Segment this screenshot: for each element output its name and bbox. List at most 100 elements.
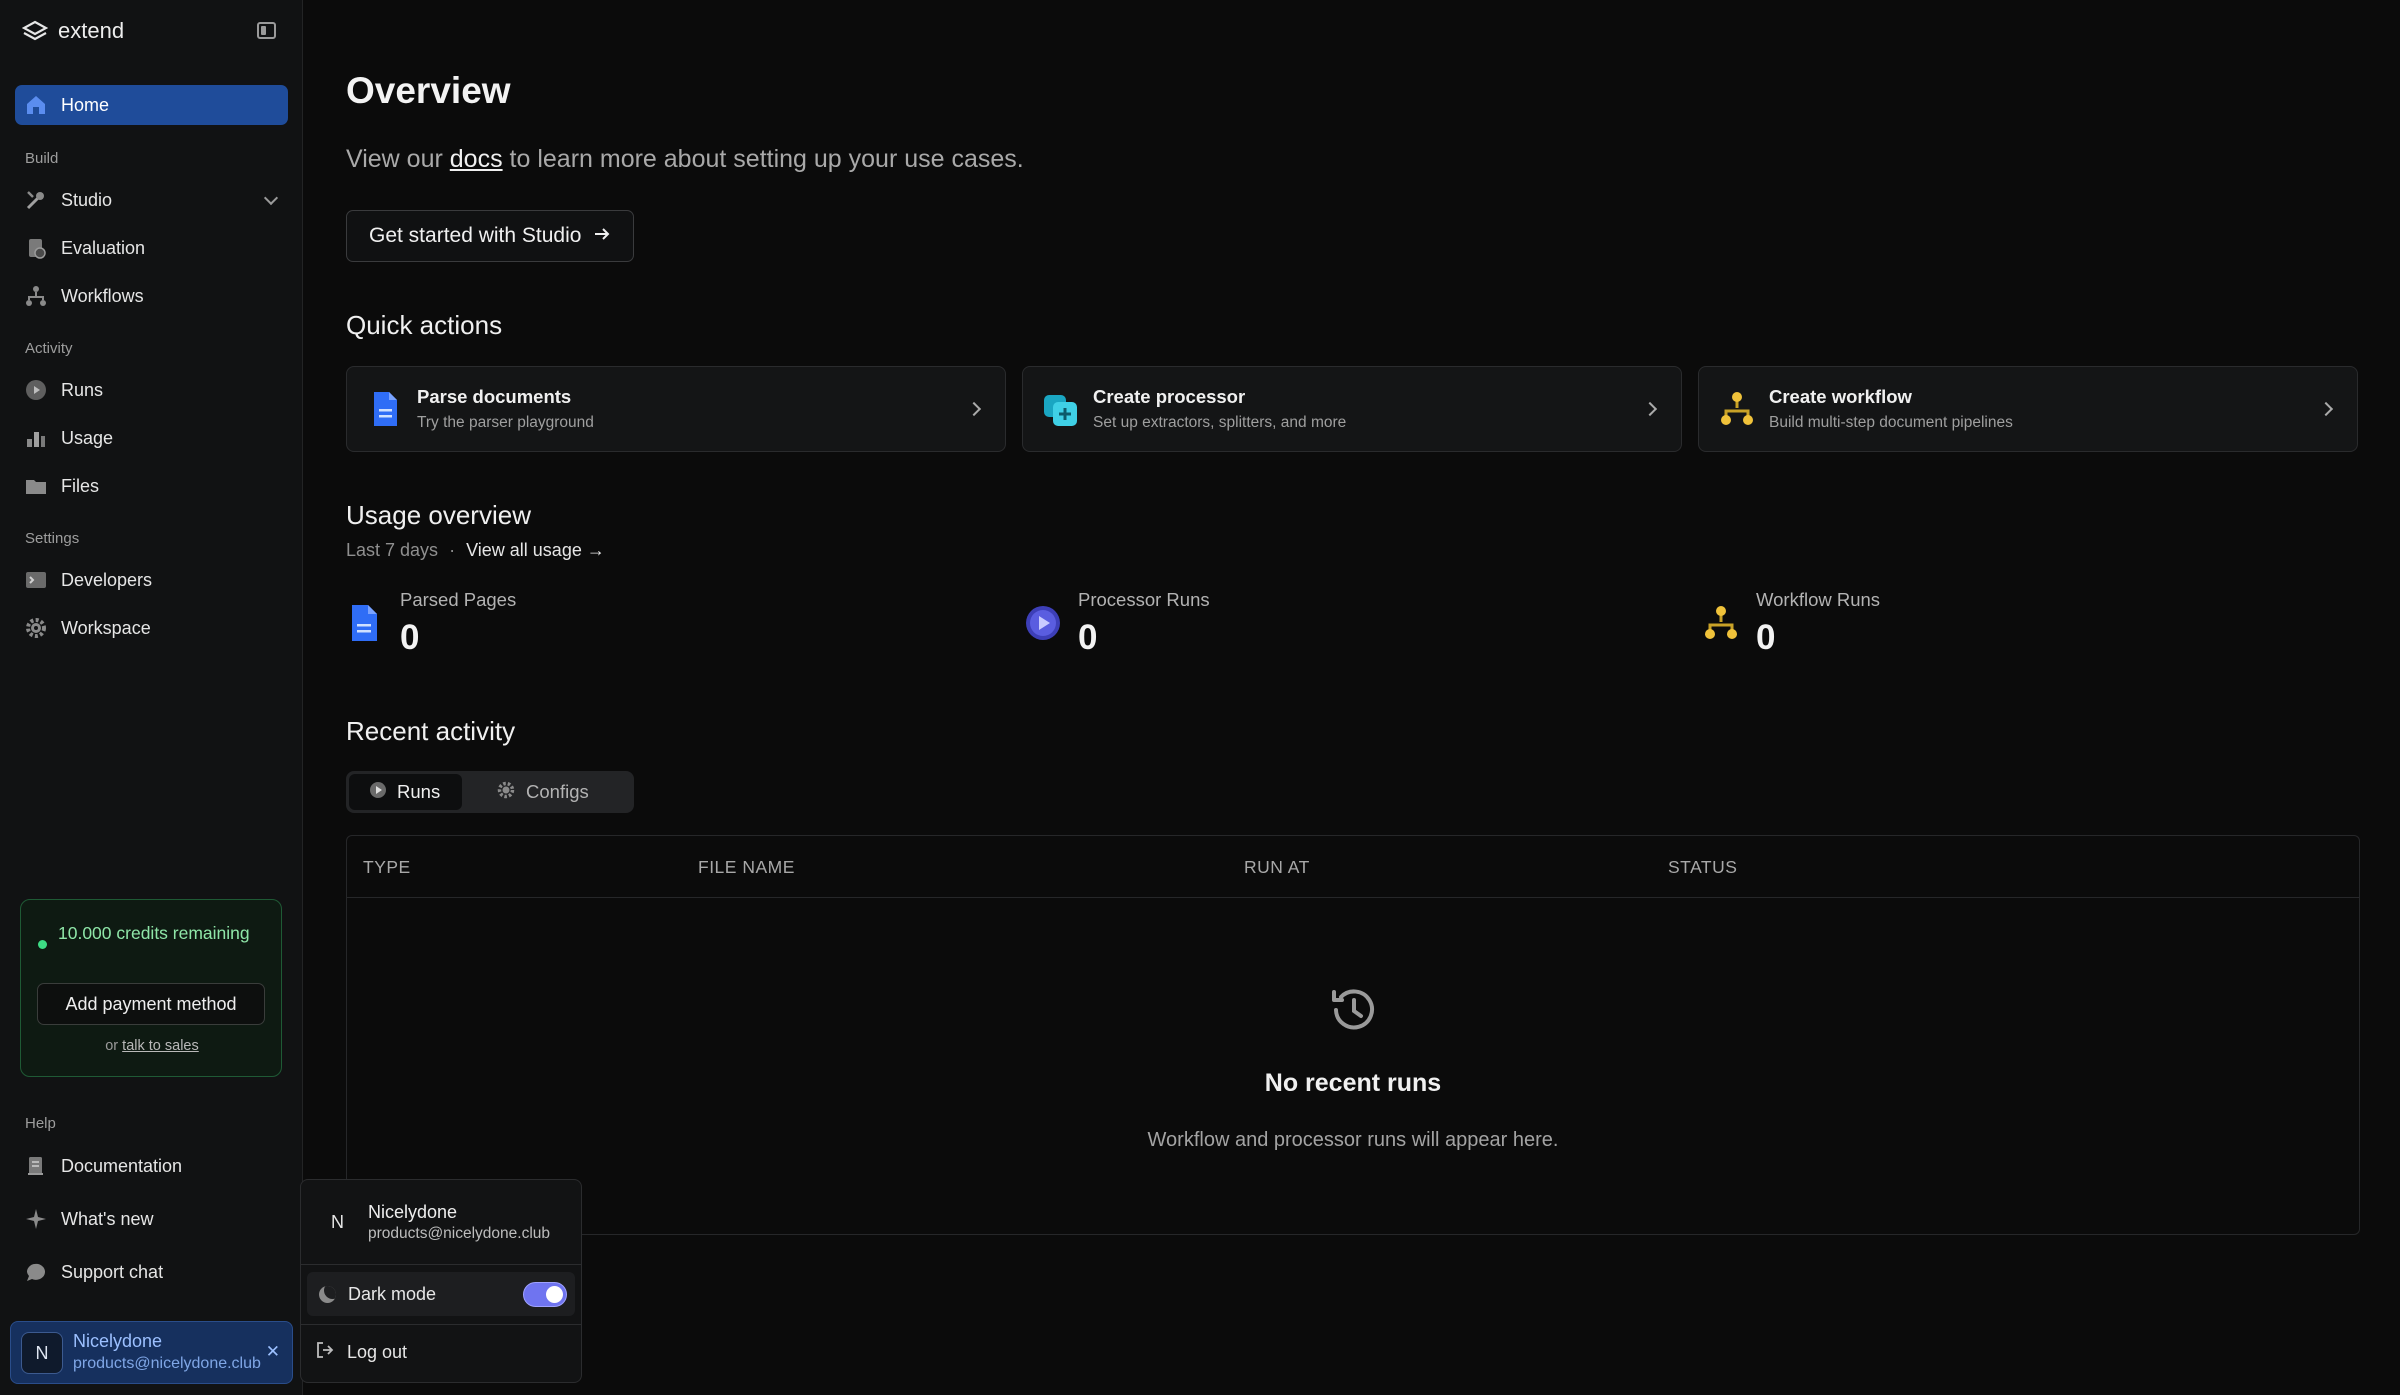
user-email: products@nicelydone.club <box>73 1355 261 1372</box>
chevron-right-icon <box>1642 401 1658 417</box>
quick-action-create-workflow[interactable]: Create workflow Build multi-step documen… <box>1698 366 2358 452</box>
sidebar-item-developers[interactable]: Developers <box>15 560 288 600</box>
credits-remaining: 10.000 credits remaining <box>58 923 250 943</box>
section-label-help: Help <box>25 1115 56 1132</box>
processor-icon <box>1041 389 1081 429</box>
talk-to-sales-link[interactable]: talk to sales <box>122 1038 199 1054</box>
extend-logo-icon <box>22 20 48 42</box>
collapse-sidebar-icon[interactable] <box>257 22 276 39</box>
sidebar-item-usage[interactable]: Usage <box>15 418 288 458</box>
table-header: TYPE FILE NAME RUN AT STATUS <box>347 836 2359 898</box>
quick-action-subtitle: Set up extractors, splitters, and more <box>1093 414 1347 431</box>
sidebar-item-label: What's new <box>61 1208 154 1229</box>
close-icon[interactable]: ✕ <box>266 1342 280 1362</box>
column-header-run-at[interactable]: RUN AT <box>1244 857 1310 878</box>
column-header-type[interactable]: TYPE <box>363 857 411 878</box>
quick-action-create-processor[interactable]: Create processor Set up extractors, spli… <box>1022 366 1682 452</box>
sidebar-item-home[interactable]: Home <box>15 85 288 125</box>
quick-action-subtitle: Build multi-step document pipelines <box>1769 414 2013 431</box>
user-popup-menu: N Nicelydone products@nicelydone.club Da… <box>300 1179 582 1383</box>
document-icon <box>365 389 405 429</box>
workflow-icon <box>1717 389 1757 429</box>
sidebar-item-support-chat[interactable]: Support chat <box>15 1252 288 1292</box>
brand[interactable]: extend <box>22 16 124 46</box>
stat-parsed-pages: Parsed Pages 0 <box>346 586 986 666</box>
bar-chart-icon <box>23 425 49 451</box>
chat-bubble-icon <box>23 1259 49 1285</box>
workflows-icon <box>23 283 49 309</box>
get-started-with-studio-button[interactable]: Get started with Studio <box>346 210 635 262</box>
dark-mode-row[interactable]: Dark mode <box>307 1272 575 1316</box>
quick-action-parse-documents[interactable]: Parse documents Try the parser playgroun… <box>346 366 1006 452</box>
sidebar-item-label: Evaluation <box>61 237 146 258</box>
quick-action-title: Parse documents <box>417 386 572 407</box>
section-label-settings: Settings <box>25 530 80 547</box>
divider <box>301 1324 581 1325</box>
docs-link[interactable]: docs <box>450 145 503 173</box>
stat-workflow-runs: Workflow Runs 0 <box>1702 586 2342 666</box>
dark-mode-label: Dark mode <box>348 1284 437 1304</box>
or-text: or <box>105 1038 119 1054</box>
recent-runs-table: TYPE FILE NAME RUN AT STATUS No recent r… <box>346 835 2360 1235</box>
play-circle-icon <box>1024 602 1062 644</box>
recent-activity-title: Recent activity <box>346 716 516 746</box>
empty-state-subtitle: Workflow and processor runs will appear … <box>1147 1129 1559 1151</box>
dark-mode-toggle[interactable] <box>523 1282 567 1307</box>
sidebar-item-runs[interactable]: Runs <box>15 370 288 410</box>
tab-runs[interactable]: Runs <box>349 774 462 810</box>
sidebar-item-label: Workflows <box>61 285 144 306</box>
sidebar-item-evaluation[interactable]: Evaluation <box>15 228 288 268</box>
quick-action-subtitle: Try the parser playground <box>417 414 594 431</box>
sidebar-item-label: Developers <box>61 569 153 590</box>
quick-action-title: Create workflow <box>1769 386 1912 407</box>
status-dot-icon <box>38 940 47 949</box>
sidebar-item-workspace[interactable]: Workspace <box>15 608 288 648</box>
popup-user-email: products@nicelydone.club <box>368 1225 551 1242</box>
column-header-file-name[interactable]: FILE NAME <box>698 857 795 878</box>
tab-label: Configs <box>526 781 589 802</box>
sparkle-icon <box>23 1206 49 1232</box>
section-label-activity: Activity <box>25 340 73 357</box>
credits-card: 10.000 credits remaining Add payment met… <box>20 899 282 1077</box>
moon-icon <box>319 1286 336 1303</box>
sidebar: extend Home Build Studio Evaluation Work… <box>0 0 303 1395</box>
history-icon <box>1324 980 1384 1040</box>
workflow-icon <box>1702 602 1740 644</box>
page-subtitle: View our docs to learn more about settin… <box>346 145 1024 174</box>
usage-meta: Last 7 days · View all usage → <box>346 540 605 561</box>
sidebar-item-studio[interactable]: Studio <box>15 180 288 220</box>
tab-configs[interactable]: Configs <box>474 774 589 810</box>
tab-label: Runs <box>397 781 441 802</box>
stat-label: Parsed Pages <box>400 589 517 610</box>
sidebar-item-label: Workspace <box>61 617 151 638</box>
sidebar-item-documentation[interactable]: Documentation <box>15 1146 288 1186</box>
subtitle-pre: View our <box>346 145 443 173</box>
sidebar-item-label: Documentation <box>61 1155 183 1176</box>
usage-overview-title: Usage overview <box>346 500 531 530</box>
home-icon <box>23 92 49 118</box>
usage-separator: · <box>449 540 456 560</box>
sidebar-item-label: Studio <box>61 189 113 210</box>
avatar: N <box>331 1212 344 1232</box>
user-menu-button[interactable]: N Nicelydone products@nicelydone.club ✕ <box>10 1321 293 1384</box>
add-payment-method-button[interactable]: Add payment method <box>37 983 265 1025</box>
sidebar-item-label: Support chat <box>61 1261 164 1282</box>
sidebar-item-whats-new[interactable]: What's new <box>15 1199 288 1239</box>
folder-icon <box>23 473 49 499</box>
divider <box>301 1264 581 1265</box>
chevron-down-icon[interactable] <box>263 190 279 206</box>
terminal-icon <box>23 567 49 593</box>
popup-user-name: Nicelydone <box>368 1202 458 1222</box>
stat-value: 0 <box>400 618 420 657</box>
sidebar-item-files[interactable]: Files <box>15 466 288 506</box>
view-all-usage-link[interactable]: View all usage → <box>466 540 605 560</box>
sidebar-item-workflows[interactable]: Workflows <box>15 276 288 316</box>
section-label-build: Build <box>25 150 59 167</box>
sidebar-item-label: Home <box>61 94 110 115</box>
talk-to-sales-line: or talk to sales <box>21 1038 283 1054</box>
evaluation-icon <box>23 235 49 261</box>
quick-actions-title: Quick actions <box>346 310 503 340</box>
column-header-status[interactable]: STATUS <box>1668 857 1737 878</box>
recent-activity-tabs: Runs Configs <box>346 771 634 813</box>
logout-button[interactable]: Log out <box>315 1340 407 1365</box>
